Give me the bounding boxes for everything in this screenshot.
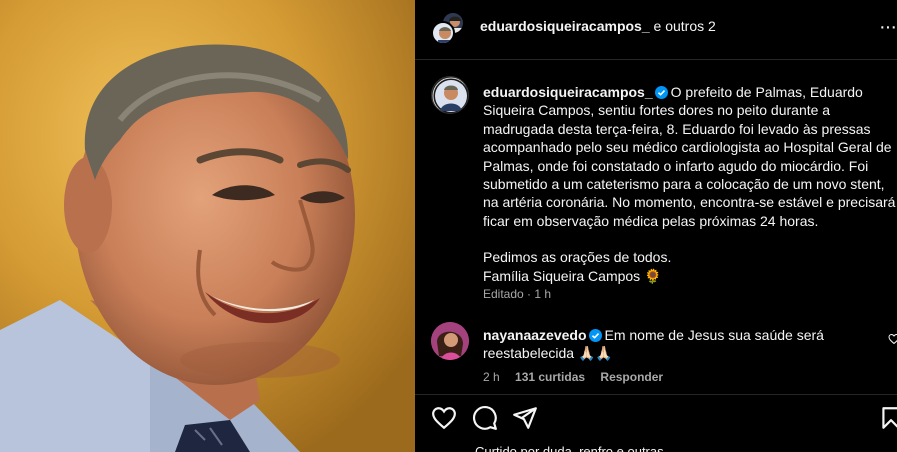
post-photo[interactable] [0, 0, 415, 452]
caption-text: O prefeito de Palmas, Eduardo Siqueira C… [483, 84, 896, 229]
more-options-icon[interactable]: ··· [879, 16, 897, 39]
save-bookmark-icon[interactable] [878, 405, 897, 431]
caption-closing-1: Pedimos as orações de todos. [483, 249, 672, 266]
like-heart-icon[interactable] [431, 405, 457, 431]
collab-avatars[interactable] [431, 11, 465, 47]
comment-username[interactable]: nayanaazevedo [483, 327, 587, 343]
comment-likes[interactable]: 131 curtidas [515, 370, 585, 384]
header-collaborators[interactable]: e outros 2 [650, 18, 716, 34]
likes-summary-text: Curtido por duda_renfro e outras [475, 444, 664, 452]
post-header: eduardosiqueiracampos_ e outros 2 ··· [415, 0, 897, 60]
header-username[interactable]: eduardosiqueiracampos_ [480, 18, 650, 34]
post-panel: eduardosiqueiracampos_ e outros 2 ··· ed… [415, 0, 897, 452]
caption-closing-2: Família Siqueira Campos 🌻 [483, 267, 662, 284]
comment-time: 2 h [483, 370, 500, 384]
likes-summary[interactable]: Curtido por duda_renfro e outras [431, 444, 664, 452]
verified-badge-icon [654, 86, 668, 99]
comment: nayanaazevedo Em nome de Jesus sua saúde … [483, 326, 873, 363]
portrait-illustration [0, 0, 415, 452]
avatar [431, 21, 455, 45]
caption-username[interactable]: eduardosiqueiracampos_ [483, 84, 653, 100]
post-author[interactable]: eduardosiqueiracampos_ e outros 2 [480, 18, 716, 34]
verified-badge-icon [588, 329, 602, 342]
comment-bubble-icon[interactable] [472, 405, 498, 431]
share-send-icon[interactable] [512, 405, 538, 431]
caption-meta: Editado · 1 h [483, 287, 552, 301]
avatar[interactable] [431, 76, 469, 114]
post-caption: eduardosiqueiracampos_ O prefeito de Palm… [483, 83, 897, 285]
avatar[interactable] [431, 322, 469, 360]
comment-meta: 2 h 131 curtidas Responder [483, 370, 675, 384]
like-comment-heart-icon[interactable] [888, 333, 897, 345]
reply-button[interactable]: Responder [600, 370, 663, 384]
